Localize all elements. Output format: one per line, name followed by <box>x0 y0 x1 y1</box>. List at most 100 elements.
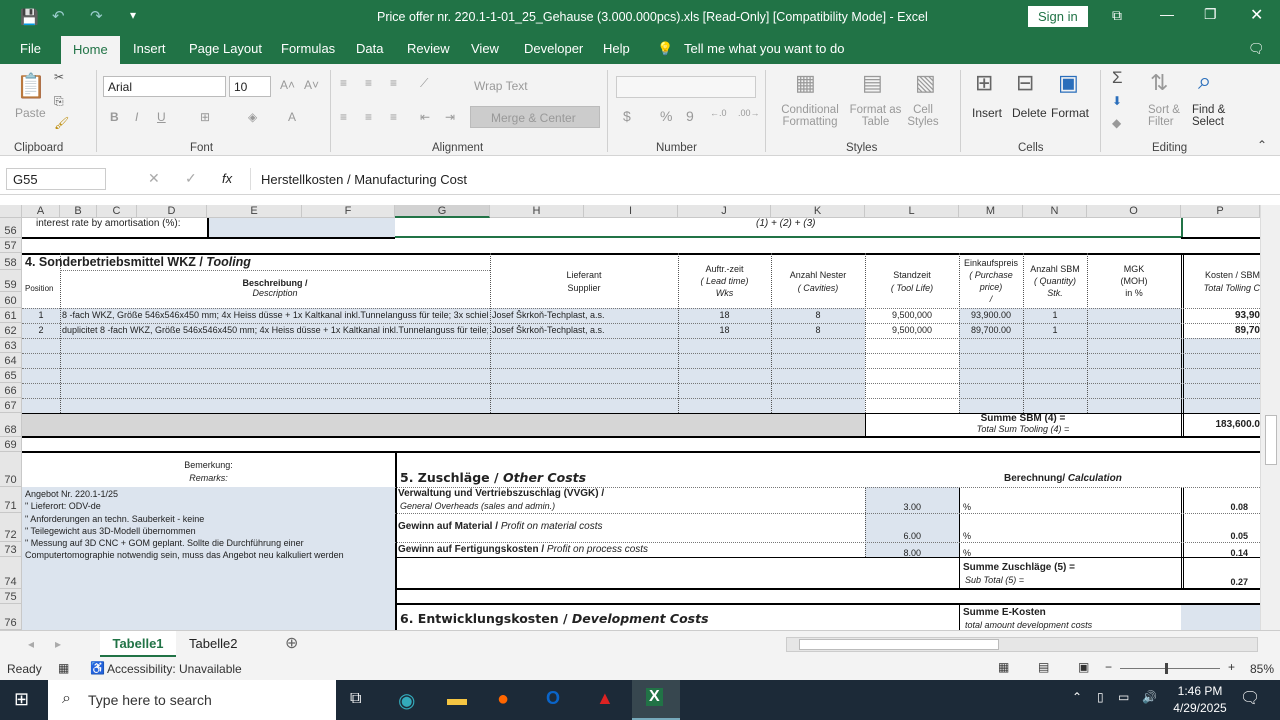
percent-icon[interactable]: % <box>660 108 672 124</box>
task-view-icon[interactable]: ⧉ <box>350 690 361 708</box>
next-sheet-icon[interactable]: ▸ <box>55 637 61 651</box>
vertical-scrollbar[interactable] <box>1260 205 1280 630</box>
accessibility-status[interactable]: Accessibility: Unavailable <box>107 662 242 676</box>
delete-cells-icon[interactable]: ⊟ <box>1016 70 1034 96</box>
column-header[interactable]: C <box>97 205 137 218</box>
decrease-decimal-icon[interactable]: .00→ <box>738 108 760 118</box>
column-header[interactable]: F <box>302 205 395 218</box>
column-header[interactable]: E <box>207 205 302 218</box>
decrease-indent-icon[interactable]: ⇤ <box>420 110 430 124</box>
restore-button[interactable]: ❐ <box>1204 6 1217 23</box>
clock-date[interactable]: 4/29/2025 <box>1165 701 1235 715</box>
increase-indent-icon[interactable]: ⇥ <box>445 110 455 124</box>
item-description[interactable]: 8 -fach WKZ, Größe 546x546x450 mm; 4x He… <box>62 310 488 320</box>
column-header[interactable]: G <box>395 205 490 218</box>
italic-button[interactable]: I <box>135 110 138 124</box>
battery-icon[interactable]: ▯ <box>1097 690 1104 704</box>
font-name-select[interactable]: Arial <box>103 76 226 97</box>
sort-filter-icon[interactable]: ⇅ <box>1150 70 1168 96</box>
row-header[interactable]: 64 <box>0 353 22 368</box>
item-supplier[interactable]: Josef Škrkoň-Techplast, a.s. <box>492 310 678 320</box>
increase-decimal-icon[interactable]: ←.0 <box>710 108 727 118</box>
file-explorer-icon[interactable]: ▬ <box>447 688 467 711</box>
item-cavities[interactable]: 8 <box>771 310 865 320</box>
row-header[interactable]: 59 <box>0 270 22 292</box>
row-header[interactable]: 76 <box>0 604 22 630</box>
row-header[interactable]: 62 <box>0 323 22 338</box>
vvgk-percent[interactable]: 3.00 <box>865 502 921 512</box>
horizontal-scrollbar[interactable] <box>786 637 1258 652</box>
enter-icon[interactable]: ✓ <box>185 170 197 187</box>
notifications-icon[interactable]: 🗨 <box>1240 688 1260 708</box>
row-header[interactable]: 57 <box>0 238 22 253</box>
worksheet-grid[interactable]: ABCDEFGHIJKLMNOP 56 57 58 59 60 61 62 63 64 65 66 6… <box>0 205 1260 630</box>
column-header[interactable]: N <box>1023 205 1087 218</box>
paste-icon[interactable]: 📋 <box>16 72 46 101</box>
customize-qat-icon[interactable]: ▾ <box>130 8 136 22</box>
profit-material-percent[interactable]: 6.00 <box>865 531 921 541</box>
insert-button[interactable]: Insert <box>972 106 1002 120</box>
item-cost[interactable]: 89,70 <box>1184 325 1260 336</box>
wrap-text-button[interactable]: Wrap Text <box>474 79 528 93</box>
add-sheet-icon[interactable]: ⊕ <box>285 633 298 653</box>
fill-icon[interactable]: ⬇ <box>1112 94 1122 108</box>
column-header[interactable]: P <box>1181 205 1260 218</box>
minimize-button[interactable]: — <box>1160 6 1174 22</box>
row-header[interactable]: 74 <box>0 557 22 589</box>
item-quantity[interactable]: 1 <box>1023 310 1087 320</box>
normal-view-icon[interactable]: ▦ <box>998 660 1009 674</box>
item-position[interactable]: 1 <box>22 310 60 320</box>
delete-button[interactable]: Delete <box>1012 106 1047 120</box>
item-cavities[interactable]: 8 <box>771 325 865 335</box>
tab-home[interactable]: Home <box>61 36 120 64</box>
row-header[interactable]: 71 <box>0 487 22 513</box>
tray-chevron-icon[interactable]: ⌃ <box>1072 690 1082 704</box>
column-header[interactable]: H <box>490 205 584 218</box>
formula-input[interactable]: Herstellkosten / Manufacturing Cost <box>250 168 1275 190</box>
tab-formulas[interactable]: Formulas <box>281 41 335 56</box>
tell-me-input[interactable]: Tell me what you want to do <box>684 41 844 56</box>
item-tool-life[interactable]: 9,500,000 <box>865 325 959 335</box>
item-tool-life[interactable]: 9,500,000 <box>865 310 959 320</box>
align-left-icon[interactable]: ≡ <box>340 110 347 124</box>
row-header[interactable]: 60 <box>0 292 22 308</box>
redo-icon[interactable]: ↷ <box>90 7 103 25</box>
fill-color-icon[interactable]: ◈ <box>248 110 257 124</box>
row-header[interactable]: 68 <box>0 413 22 437</box>
insert-function-icon[interactable]: fx <box>222 171 232 186</box>
select-all-corner[interactable] <box>0 205 22 218</box>
edge-icon[interactable]: ◉ <box>398 688 415 713</box>
tab-help[interactable]: Help <box>603 41 630 56</box>
ribbon-display-icon[interactable]: ⧉ <box>1112 7 1122 24</box>
row-header[interactable]: 73 <box>0 542 22 557</box>
insert-cells-icon[interactable]: ⊞ <box>975 70 993 96</box>
cell-styles-icon[interactable]: ▧ <box>915 70 936 96</box>
prev-sheet-icon[interactable]: ◂ <box>28 637 34 651</box>
row-header[interactable]: 63 <box>0 338 22 353</box>
find-icon[interactable]: ⌕ <box>1198 68 1211 96</box>
conditional-formatting-button[interactable]: Conditional Formatting <box>775 104 845 128</box>
firefox-icon[interactable]: ● <box>497 688 509 711</box>
tab-file[interactable]: File <box>20 41 41 56</box>
column-header[interactable]: M <box>959 205 1023 218</box>
tab-data[interactable]: Data <box>356 41 383 56</box>
network-icon[interactable]: ▭ <box>1118 690 1129 704</box>
underline-button[interactable]: U <box>157 110 166 124</box>
volume-icon[interactable]: 🔊 <box>1142 690 1157 704</box>
row-header[interactable]: 70 <box>0 452 22 487</box>
outlook-icon[interactable]: O <box>546 688 560 709</box>
conditional-formatting-icon[interactable]: ▦ <box>795 70 816 96</box>
number-format-select[interactable] <box>616 76 756 98</box>
zoom-out-button[interactable]: − <box>1105 660 1112 674</box>
clock-time[interactable]: 1:46 PM <box>1172 684 1228 698</box>
bottom-align-icon[interactable]: ≡ <box>390 76 397 90</box>
item-description[interactable]: duplicitet 8 -fach WKZ, Größe 546x546x45… <box>62 325 488 335</box>
merge-center-button[interactable]: Merge & Center <box>470 106 600 128</box>
top-align-icon[interactable]: ≡ <box>340 76 347 90</box>
item-quantity[interactable]: 1 <box>1023 325 1087 335</box>
item-price[interactable]: 89,700.00 <box>959 325 1023 335</box>
cut-icon[interactable]: ✂ <box>54 70 64 84</box>
row-header[interactable]: 69 <box>0 437 22 452</box>
taskbar-search[interactable]: ⌕ Type here to search <box>48 680 336 720</box>
profit-process-percent[interactable]: 8.00 <box>865 548 921 558</box>
